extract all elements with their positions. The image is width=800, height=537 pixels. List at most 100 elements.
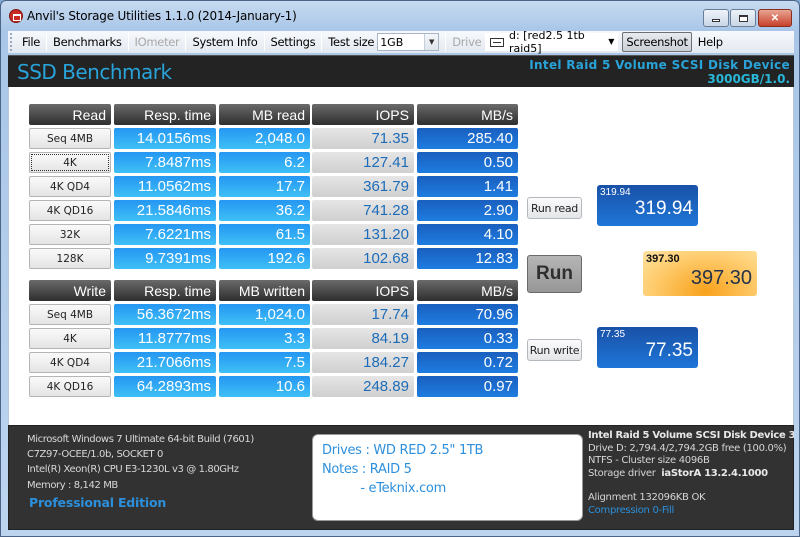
maximize-button[interactable] <box>730 9 756 27</box>
edition-label: Professional Edition <box>29 495 167 510</box>
system-info: Microsoft Windows 7 Ultimate 64-bit Buil… <box>27 432 254 493</box>
read-mb-value: 61.5 <box>219 224 310 245</box>
run-write-4kqd4-button[interactable]: 4K QD4 <box>29 352 111 373</box>
device-size: 3000GB/1.0. <box>707 72 790 86</box>
run-read-4k-button[interactable]: 4K <box>29 152 111 173</box>
write-header-label: Write <box>29 280 111 301</box>
read-header-mb: MB read <box>219 104 310 125</box>
page-title: SSD Benchmark <box>17 60 172 84</box>
write-score: 77.35 77.35 <box>597 327 698 368</box>
drive-info-driver: Storage driver iaStorA 13.2.4.1000 <box>588 468 794 481</box>
drive-info: Intel Raid 5 Volume SCSI Disk Device 3 D… <box>588 430 794 517</box>
run-write-4kqd16-button[interactable]: 4K QD16 <box>29 376 111 397</box>
run-read-4kqd4-button[interactable]: 4K QD4 <box>29 176 111 197</box>
menu-file[interactable]: File <box>16 35 46 49</box>
notes-source-line: - eTeknix.com <box>322 481 446 496</box>
read-header-mbs: MB/s <box>417 104 518 125</box>
menu-help[interactable]: Help <box>692 35 729 49</box>
read-header-resp: Resp. time <box>114 104 216 125</box>
write-header-iops: IOPS <box>312 280 414 301</box>
write-resp-value: 56.3672ms <box>114 304 216 325</box>
write-mb-value: 10.6 <box>219 376 310 397</box>
notes-notes-line: Notes : RAID 5 <box>322 462 412 477</box>
write-mb-value: 7.5 <box>219 352 310 373</box>
total-score-value: 397.30 <box>690 267 752 289</box>
write-iops-value: 184.27 <box>312 352 414 373</box>
drive-info-fs: NTFS - Cluster size 4096B <box>588 455 710 466</box>
close-icon: ✕ <box>770 12 780 24</box>
write-resp-value: 64.2893ms <box>114 376 216 397</box>
total-score-small: 397.30 <box>646 253 680 265</box>
write-mbs-value: 0.72 <box>417 352 518 373</box>
minimize-button[interactable] <box>703 9 729 27</box>
read-iops-value: 741.28 <box>312 200 414 221</box>
read-resp-value: 7.8487ms <box>114 152 216 173</box>
run-read-seq4mb-button[interactable]: Seq 4MB <box>29 128 111 149</box>
minimize-icon <box>712 19 720 22</box>
read-score: 319.94 319.94 <box>597 185 698 226</box>
benchmark-panel: Read Resp. time MB read IOPS MB/s Seq 4M… <box>8 87 794 425</box>
write-iops-value: 248.89 <box>312 376 414 397</box>
memory-info: Memory : 8,142 MB <box>27 479 118 491</box>
drive-label: Drive <box>452 35 482 49</box>
read-iops-value: 131.20 <box>312 224 414 245</box>
drive-info-free: Drive D: 2,794.4/2,794.2GB free (100.0%) <box>588 442 787 454</box>
drive-icon <box>490 37 504 47</box>
menu-iometer[interactable]: IOmeter <box>129 35 186 49</box>
read-mbs-value: 285.40 <box>417 128 518 149</box>
test-size-label: Test size <box>328 35 375 49</box>
write-mbs-value: 70.96 <box>417 304 518 325</box>
run-write-4k-button[interactable]: 4K <box>29 328 111 349</box>
read-iops-value: 102.68 <box>312 248 414 269</box>
read-resp-value: 9.7391ms <box>114 248 216 269</box>
run-read-button[interactable]: Run read <box>527 197 582 219</box>
read-mbs-value: 2.90 <box>417 200 518 221</box>
benchmark-header: SSD Benchmark Intel Raid 5 Volume SCSI D… <box>8 55 794 87</box>
read-score-small: 319.94 <box>600 187 631 198</box>
write-resp-value: 21.7066ms <box>114 352 216 373</box>
compression-link[interactable]: Compression 0-Fill <box>588 505 794 518</box>
read-mbs-value: 12.83 <box>417 248 518 269</box>
menu-benchmarks[interactable]: Benchmarks <box>47 35 128 49</box>
menu-settings[interactable]: Settings <box>265 35 322 49</box>
drive-value: d: [red2.5 1tb raid5] <box>508 29 585 55</box>
app-logo-icon <box>9 9 23 23</box>
screenshot-button[interactable]: Screenshot <box>622 32 692 52</box>
write-score-small: 77.35 <box>600 329 626 340</box>
board-info: C7Z97-OCEE/1.0b, SOCKET 0 <box>27 449 164 461</box>
read-mb-value: 36.2 <box>219 200 310 221</box>
read-mbs-value: 1.41 <box>417 176 518 197</box>
read-iops-value: 71.35 <box>312 128 414 149</box>
title-bar[interactable]: Anvil's Storage Utilities 1.1.0 (2014-Ja… <box>1 1 799 29</box>
write-mb-value: 1,024.0 <box>219 304 310 325</box>
read-resp-value: 7.6221ms <box>114 224 216 245</box>
write-header-mb: MB written <box>219 280 310 301</box>
read-mb-value: 6.2 <box>219 152 310 173</box>
chevron-down-icon[interactable]: ▼ <box>424 34 439 50</box>
drive-select[interactable]: d: [red2.5 1tb raid5] ▼ <box>485 29 619 55</box>
maximize-icon <box>738 14 748 22</box>
write-mbs-value: 0.33 <box>417 328 518 349</box>
close-button[interactable]: ✕ <box>758 9 792 27</box>
chevron-down-icon[interactable]: ▼ <box>608 37 614 46</box>
driver-label: Storage driver <box>588 467 656 479</box>
run-write-seq4mb-button[interactable]: Seq 4MB <box>29 304 111 325</box>
notes-textarea[interactable]: Drives : WD RED 2.5" 1TB Notes : RAID 5 … <box>312 434 583 521</box>
read-mb-value: 17.7 <box>219 176 310 197</box>
menu-system-info[interactable]: System Info <box>186 35 263 49</box>
run-write-button[interactable]: Run write <box>527 339 582 361</box>
read-iops-value: 361.79 <box>312 176 414 197</box>
run-read-128k-button[interactable]: 128K <box>29 248 111 269</box>
device-name: Intel Raid 5 Volume SCSI Disk Device <box>529 58 790 72</box>
drive-info-alignment: Alignment 132096KB OK <box>588 492 706 503</box>
run-read-32k-button[interactable]: 32K <box>29 224 111 245</box>
read-mb-value: 2,048.0 <box>219 128 310 149</box>
notes-drives-line: Drives : WD RED 2.5" 1TB <box>322 443 484 458</box>
test-size-select[interactable]: 1GB ▼ <box>377 33 440 51</box>
test-size-value: 1GB <box>380 35 404 49</box>
write-header-mbs: MB/s <box>417 280 518 301</box>
run-button[interactable]: Run <box>527 255 582 293</box>
read-mb-value: 192.6 <box>219 248 310 269</box>
run-read-4kqd16-button[interactable]: 4K QD16 <box>29 200 111 221</box>
